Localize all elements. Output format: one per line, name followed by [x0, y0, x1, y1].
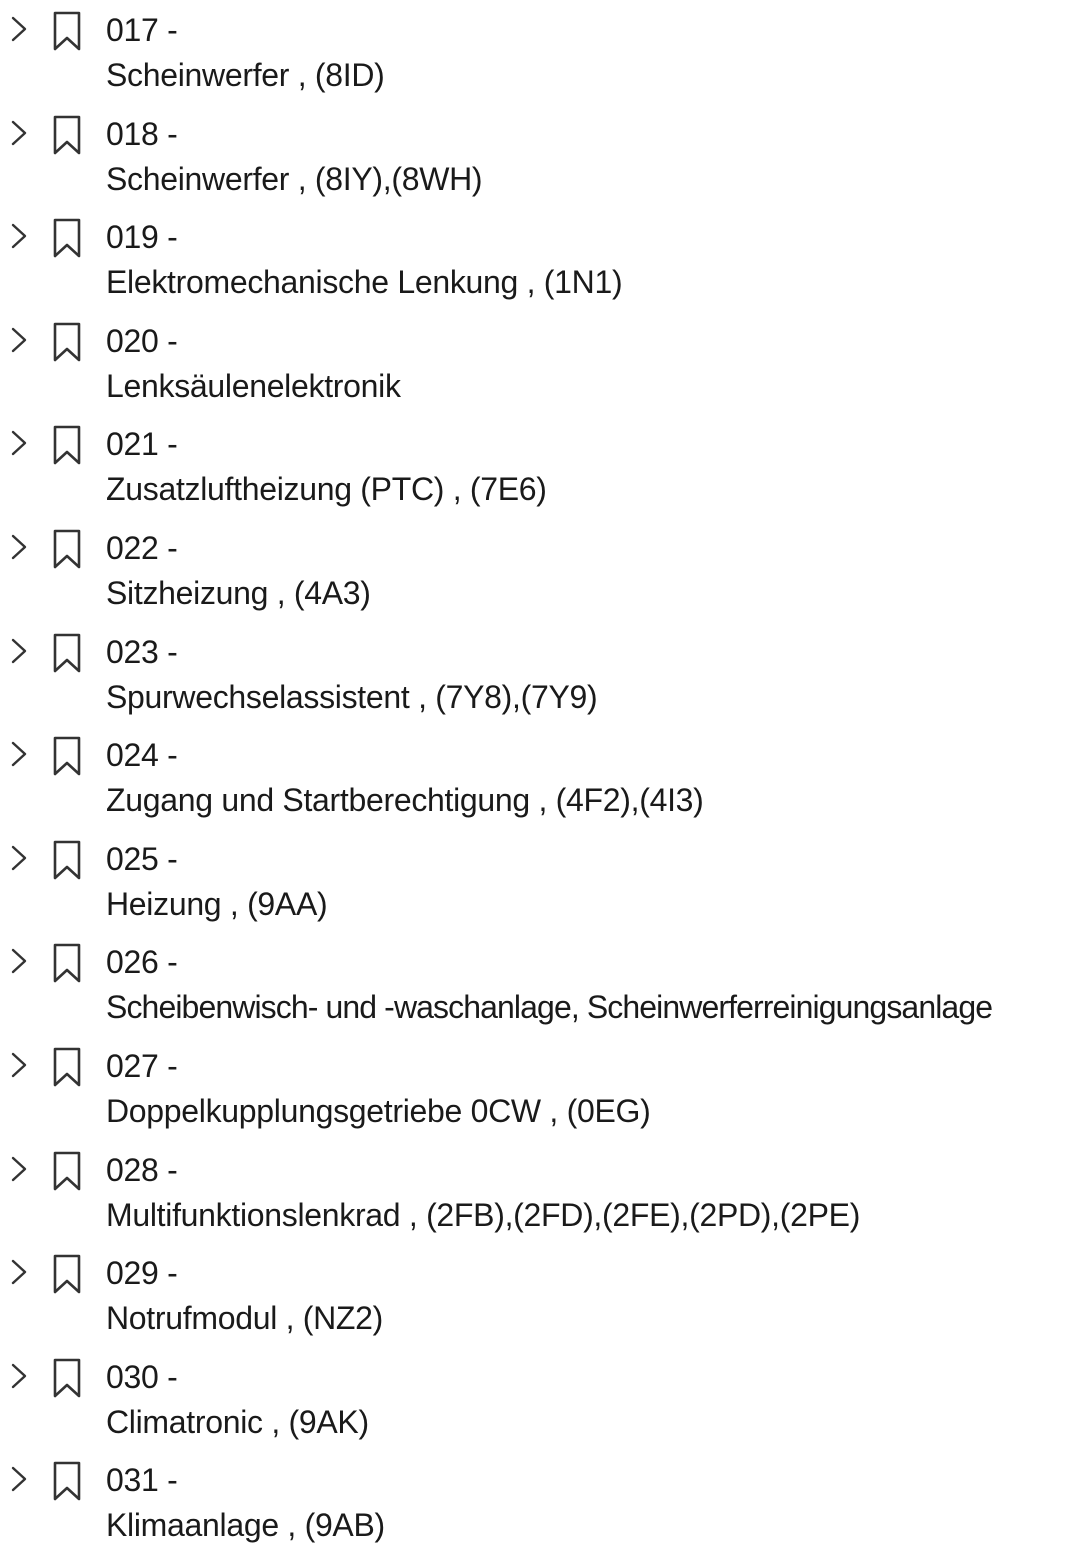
- bookmark-number: 031 -: [106, 1462, 178, 1499]
- bookmark-icon: [50, 115, 84, 155]
- bookmark-icon: [50, 1461, 84, 1501]
- bookmark-item-019[interactable]: 019 - Elektromechanische Lenkung , (1N1): [0, 207, 1081, 311]
- bookmark-icon: [50, 322, 84, 362]
- chevron-right-icon[interactable]: [8, 221, 30, 251]
- bookmark-icon: [50, 736, 84, 776]
- chevron-right-icon[interactable]: [8, 14, 30, 44]
- bookmark-number: 018 -: [106, 115, 178, 152]
- bookmark-number: 017 -: [106, 12, 178, 48]
- chevron-right-icon[interactable]: [8, 1361, 30, 1391]
- chevron-right-icon[interactable]: [8, 1154, 30, 1184]
- bookmark-number: 021 -: [106, 426, 178, 463]
- chevron-right-icon[interactable]: [8, 1257, 30, 1287]
- bookmark-title: Spurwechselassistent , (7Y8),(7Y9): [106, 678, 598, 715]
- chevron-right-icon[interactable]: [8, 636, 30, 666]
- bookmark-number: 030 -: [106, 1358, 178, 1395]
- bookmark-tree: 017 - Scheinwerfer , (8ID) 018 - Scheinw…: [0, 0, 1081, 1554]
- bookmark-icon: [50, 529, 84, 569]
- bookmark-title: Zugang und Startberechtigung , (4F2),(4I…: [106, 782, 704, 819]
- bookmark-item-018[interactable]: 018 - Scheinwerfer , (8IY),(8WH): [0, 104, 1081, 208]
- bookmark-item-026[interactable]: 026 - Scheibenwisch- und -waschanlage, S…: [0, 932, 1081, 1036]
- bookmark-item-020[interactable]: 020 - Lenksäulenelektronik: [0, 311, 1081, 415]
- bookmark-icon: [50, 218, 84, 258]
- bookmark-item-030[interactable]: 030 - Climatronic , (9AK): [0, 1347, 1081, 1451]
- chevron-right-icon[interactable]: [8, 1464, 30, 1494]
- bookmark-item-028[interactable]: 028 - Multifunktionslenkrad , (2FB),(2FD…: [0, 1140, 1081, 1244]
- bookmark-title: Heizung , (9AA): [106, 885, 328, 922]
- bookmark-item-022[interactable]: 022 - Sitzheizung , (4A3): [0, 518, 1081, 622]
- bookmark-item-029[interactable]: 029 - Notrufmodul , (NZ2): [0, 1243, 1081, 1347]
- bookmark-icon: [50, 1254, 84, 1294]
- bookmark-item-023[interactable]: 023 - Spurwechselassistent , (7Y8),(7Y9): [0, 622, 1081, 726]
- bookmark-number: 025 -: [106, 840, 178, 877]
- bookmark-number: 026 -: [106, 944, 178, 981]
- bookmark-title: Klimaanlage , (9AB): [106, 1507, 385, 1544]
- chevron-right-icon[interactable]: [8, 739, 30, 769]
- bookmark-number: 019 -: [106, 219, 178, 256]
- bookmark-icon: [50, 1047, 84, 1087]
- bookmark-item-027[interactable]: 027 - Doppelkupplungsgetriebe 0CW , (0EG…: [0, 1036, 1081, 1140]
- bookmark-title: Scheinwerfer , (8IY),(8WH): [106, 160, 483, 197]
- bookmark-item-017[interactable]: 017 - Scheinwerfer , (8ID): [0, 0, 1081, 104]
- chevron-right-icon[interactable]: [8, 428, 30, 458]
- bookmark-number: 020 -: [106, 322, 178, 359]
- bookmark-item-031[interactable]: 031 - Klimaanlage , (9AB): [0, 1450, 1081, 1554]
- bookmark-number: 022 -: [106, 529, 178, 566]
- bookmark-icon: [50, 943, 84, 983]
- bookmark-title: Notrufmodul , (NZ2): [106, 1300, 384, 1337]
- bookmark-number: 027 -: [106, 1047, 178, 1084]
- bookmark-number: 023 -: [106, 633, 178, 670]
- bookmark-item-024[interactable]: 024 - Zugang und Startberechtigung , (4F…: [0, 725, 1081, 829]
- bookmark-title: Doppelkupplungsgetriebe 0CW , (0EG): [106, 1092, 651, 1129]
- bookmark-item-025[interactable]: 025 - Heizung , (9AA): [0, 829, 1081, 933]
- bookmark-title: Zusatzluftheizung (PTC) , (7E6): [106, 471, 547, 508]
- bookmark-number: 028 -: [106, 1151, 178, 1188]
- bookmark-icon: [50, 633, 84, 673]
- bookmark-title: Scheinwerfer , (8ID): [106, 57, 385, 93]
- bookmark-number: 024 -: [106, 737, 178, 774]
- chevron-right-icon[interactable]: [8, 1050, 30, 1080]
- bookmark-title: Scheibenwisch- und -waschanlage, Scheinw…: [106, 989, 993, 1026]
- bookmark-title: Elektromechanische Lenkung , (1N1): [106, 264, 623, 301]
- chevron-right-icon[interactable]: [8, 946, 30, 976]
- bookmark-title: Climatronic , (9AK): [106, 1403, 369, 1440]
- bookmark-icon: [50, 1358, 84, 1398]
- chevron-right-icon[interactable]: [8, 118, 30, 148]
- bookmark-title: Multifunktionslenkrad , (2FB),(2FD),(2FE…: [106, 1196, 861, 1233]
- bookmark-icon: [50, 1151, 84, 1191]
- chevron-right-icon[interactable]: [8, 843, 30, 873]
- bookmark-icon: [50, 425, 84, 465]
- bookmark-number: 029 -: [106, 1255, 178, 1292]
- chevron-right-icon[interactable]: [8, 532, 30, 562]
- chevron-right-icon[interactable]: [8, 325, 30, 355]
- bookmark-title: Lenksäulenelektronik: [106, 367, 401, 404]
- bookmark-title: Sitzheizung , (4A3): [106, 574, 371, 611]
- bookmark-item-021[interactable]: 021 - Zusatzluftheizung (PTC) , (7E6): [0, 414, 1081, 518]
- bookmark-icon: [50, 840, 84, 880]
- bookmark-icon: [50, 11, 84, 51]
